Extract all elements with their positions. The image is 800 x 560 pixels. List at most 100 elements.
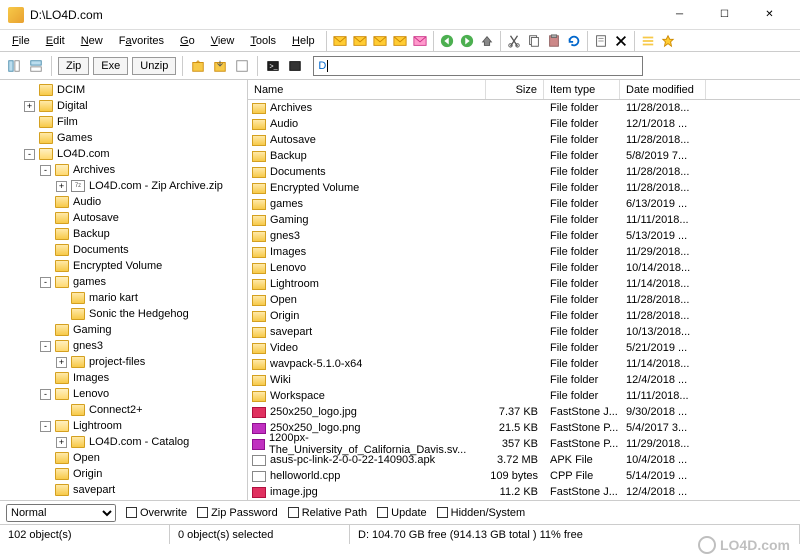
zip-button[interactable]: Zip bbox=[58, 57, 89, 75]
file-row[interactable]: savepartFile folder10/13/2018... bbox=[248, 324, 800, 340]
pane-layout-1-icon[interactable] bbox=[4, 56, 24, 76]
mode-select[interactable]: Normal bbox=[6, 504, 116, 522]
favorites-icon[interactable] bbox=[658, 31, 678, 51]
file-row[interactable]: BackupFile folder5/8/2019 7... bbox=[248, 148, 800, 164]
update-checkbox[interactable]: Update bbox=[377, 507, 426, 519]
file-row[interactable]: asus-pc-link-2-0-0-22-140903.apk3.72 MBA… bbox=[248, 452, 800, 468]
menu-help[interactable]: Help bbox=[284, 33, 323, 49]
close-button[interactable]: ✕ bbox=[747, 1, 792, 29]
file-row[interactable]: WorkspaceFile folder11/11/2018... bbox=[248, 388, 800, 404]
tree-node[interactable]: +project-files bbox=[0, 354, 247, 370]
mail-icon-1[interactable] bbox=[330, 31, 350, 51]
tree-node[interactable]: -Archives bbox=[0, 162, 247, 178]
tree-node[interactable]: Gaming bbox=[0, 322, 247, 338]
file-list[interactable]: Name Size Item type Date modified Archiv… bbox=[248, 80, 800, 500]
menu-file[interactable]: File bbox=[4, 33, 38, 49]
file-row[interactable]: 1200px-The_University_of_California_Davi… bbox=[248, 436, 800, 452]
col-type[interactable]: Item type bbox=[544, 80, 620, 99]
tree-node[interactable]: Games bbox=[0, 130, 247, 146]
mail-icon-2[interactable] bbox=[350, 31, 370, 51]
expand-icon[interactable]: + bbox=[56, 181, 67, 192]
file-row[interactable]: wavpack-5.1.0-x64File folder11/14/2018..… bbox=[248, 356, 800, 372]
paste-icon[interactable] bbox=[544, 31, 564, 51]
file-row[interactable]: gnes3File folder5/13/2019 ... bbox=[248, 228, 800, 244]
file-row[interactable]: Encrypted VolumeFile folder11/28/2018... bbox=[248, 180, 800, 196]
archive-extract-icon[interactable] bbox=[210, 56, 230, 76]
file-row[interactable]: GamingFile folder11/11/2018... bbox=[248, 212, 800, 228]
minimize-button[interactable]: ─ bbox=[657, 1, 702, 29]
copy-icon[interactable] bbox=[524, 31, 544, 51]
forward-icon[interactable] bbox=[457, 31, 477, 51]
mail-icon-3[interactable] bbox=[370, 31, 390, 51]
tree-node[interactable]: Documents bbox=[0, 242, 247, 258]
tree-node[interactable]: savepart bbox=[0, 482, 247, 498]
menu-favorites[interactable]: Favorites bbox=[111, 33, 172, 49]
file-row[interactable]: AudioFile folder12/1/2018 ... bbox=[248, 116, 800, 132]
menu-tools[interactable]: Tools bbox=[242, 33, 284, 49]
file-row[interactable]: helloworld.cpp109 bytesCPP File5/14/2019… bbox=[248, 468, 800, 484]
tree-node[interactable]: Encrypted Volume bbox=[0, 258, 247, 274]
tree-node[interactable]: Backup bbox=[0, 226, 247, 242]
collapse-icon[interactable]: - bbox=[24, 149, 35, 160]
dos-icon[interactable] bbox=[285, 56, 305, 76]
col-size[interactable]: Size bbox=[486, 80, 544, 99]
menu-go[interactable]: Go bbox=[172, 33, 203, 49]
tree-node[interactable]: Open bbox=[0, 450, 247, 466]
menu-new[interactable]: New bbox=[73, 33, 111, 49]
file-row[interactable]: DocumentsFile folder11/28/2018... bbox=[248, 164, 800, 180]
archive-add-icon[interactable] bbox=[188, 56, 208, 76]
file-row[interactable]: LenovoFile folder10/14/2018... bbox=[248, 260, 800, 276]
tree-node[interactable]: Autosave bbox=[0, 210, 247, 226]
tree-node[interactable]: Images bbox=[0, 370, 247, 386]
tree-node[interactable]: -Lenovo bbox=[0, 386, 247, 402]
mail-icon-5[interactable] bbox=[410, 31, 430, 51]
tree-node[interactable]: -games bbox=[0, 274, 247, 290]
tree-node[interactable]: +LO4D.com - Catalog bbox=[0, 434, 247, 450]
collapse-icon[interactable]: - bbox=[40, 421, 51, 432]
expand-icon[interactable]: + bbox=[56, 437, 67, 448]
file-row[interactable]: AutosaveFile folder11/28/2018... bbox=[248, 132, 800, 148]
collapse-icon[interactable]: - bbox=[40, 341, 51, 352]
menu-view[interactable]: View bbox=[203, 33, 243, 49]
file-row[interactable]: ImagesFile folder11/29/2018... bbox=[248, 244, 800, 260]
collapse-icon[interactable]: - bbox=[40, 389, 51, 400]
back-icon[interactable] bbox=[437, 31, 457, 51]
col-date[interactable]: Date modified bbox=[620, 80, 706, 99]
overwrite-checkbox[interactable]: Overwrite bbox=[126, 507, 187, 519]
file-row[interactable]: LightroomFile folder11/14/2018... bbox=[248, 276, 800, 292]
tree-node[interactable]: DCIM bbox=[0, 82, 247, 98]
unzip-button[interactable]: Unzip bbox=[132, 57, 176, 75]
collapse-icon[interactable]: - bbox=[40, 277, 51, 288]
pane-layout-2-icon[interactable] bbox=[26, 56, 46, 76]
file-row[interactable]: gamesFile folder6/13/2019 ... bbox=[248, 196, 800, 212]
menu-edit[interactable]: Edit bbox=[38, 33, 73, 49]
tree-node[interactable]: -gnes3 bbox=[0, 338, 247, 354]
tree-node[interactable]: +7zLO4D.com - Zip Archive.zip bbox=[0, 178, 247, 194]
file-row[interactable]: 250x250_logo.jpg7.37 KBFastStone J...9/3… bbox=[248, 404, 800, 420]
mail-icon-4[interactable] bbox=[390, 31, 410, 51]
tree-node[interactable]: Audio bbox=[0, 194, 247, 210]
file-row[interactable]: OpenFile folder11/28/2018... bbox=[248, 292, 800, 308]
file-row[interactable]: image.jpg11.2 KBFastStone J...12/4/2018 … bbox=[248, 484, 800, 500]
hidden-system-checkbox[interactable]: Hidden/System bbox=[437, 507, 526, 519]
tree-node[interactable]: Video bbox=[0, 498, 247, 500]
cut-icon[interactable] bbox=[504, 31, 524, 51]
expand-icon[interactable]: + bbox=[56, 357, 67, 368]
collapse-icon[interactable]: - bbox=[40, 165, 51, 176]
up-icon[interactable] bbox=[477, 31, 497, 51]
tree-node[interactable]: Origin bbox=[0, 466, 247, 482]
properties-icon[interactable] bbox=[591, 31, 611, 51]
terminal-icon[interactable]: >_ bbox=[263, 56, 283, 76]
tree-node[interactable]: +Digital bbox=[0, 98, 247, 114]
tree-node[interactable]: Connect2+ bbox=[0, 402, 247, 418]
folder-tree[interactable]: DCIM+DigitalFilmGames-LO4D.com-Archives+… bbox=[0, 80, 248, 500]
delete-icon[interactable] bbox=[611, 31, 631, 51]
archive-view-icon[interactable] bbox=[232, 56, 252, 76]
tree-node[interactable]: mario kart bbox=[0, 290, 247, 306]
zip-password-checkbox[interactable]: Zip Password bbox=[197, 507, 278, 519]
address-input[interactable]: D bbox=[313, 56, 643, 76]
expand-icon[interactable]: + bbox=[24, 101, 35, 112]
refresh-icon[interactable] bbox=[564, 31, 584, 51]
exe-button[interactable]: Exe bbox=[93, 57, 128, 75]
tree-node[interactable]: -Lightroom bbox=[0, 418, 247, 434]
